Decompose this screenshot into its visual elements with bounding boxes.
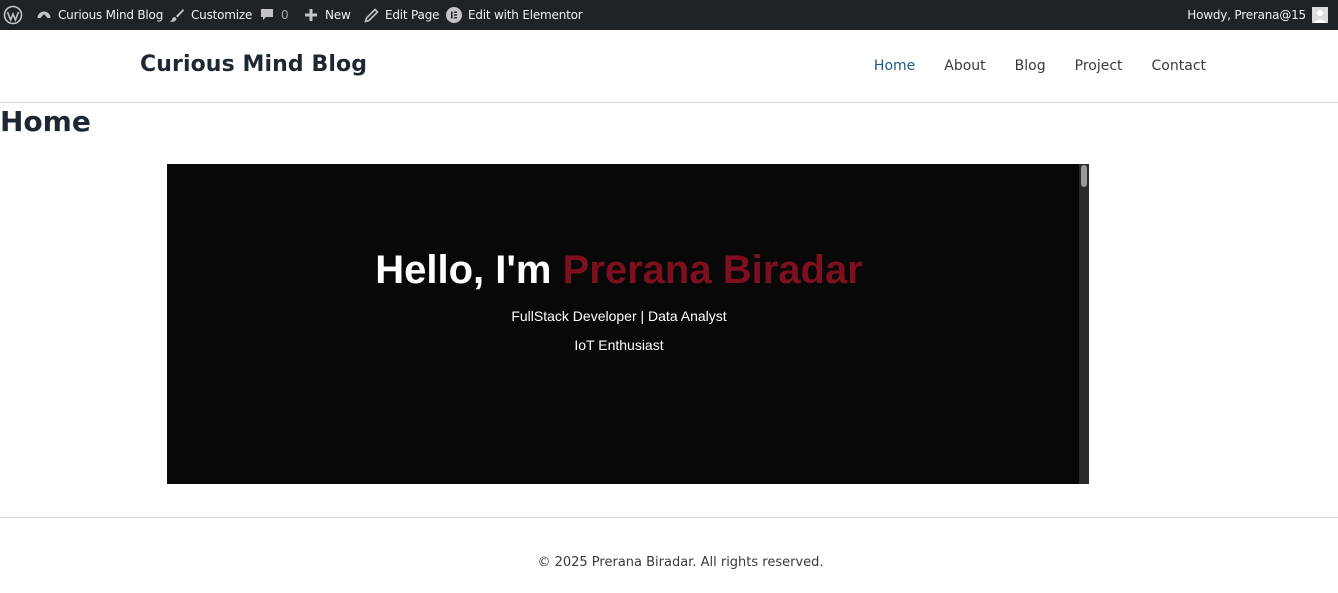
- nav-item-home[interactable]: Home: [874, 58, 915, 74]
- embed-scrollbar[interactable]: [1079, 164, 1089, 484]
- hero-greeting: Hello, I'm: [375, 248, 552, 292]
- admin-bar: Curious Mind Blog Customize 0 New Edit P…: [0, 0, 1338, 30]
- admin-edit-page-link[interactable]: Edit Page: [364, 0, 440, 30]
- hero-subtitle-roles: FullStack Developer | Data Analyst: [511, 308, 727, 324]
- admin-customize-label: Customize: [191, 8, 253, 22]
- nav-item-contact[interactable]: Contact: [1152, 58, 1206, 74]
- brush-icon: [169, 7, 185, 23]
- admin-greeting: Howdy, Prerana@15: [1187, 8, 1306, 22]
- pencil-icon: [364, 7, 379, 23]
- primary-nav: Home About Blog Project Contact: [845, 58, 1206, 74]
- wordpress-logo-icon[interactable]: [3, 0, 23, 30]
- hero-heading: Hello, I'm Prerana Biradar: [167, 248, 1071, 293]
- elementor-icon: [446, 7, 462, 23]
- admin-new-label: New: [325, 8, 351, 22]
- footer-copyright: © 2025 Prerana Biradar. All rights reser…: [537, 555, 824, 570]
- dashboard-icon: [36, 7, 52, 23]
- admin-edit-page-label: Edit Page: [385, 8, 440, 22]
- comment-icon: [260, 8, 274, 22]
- admin-customize-link[interactable]: Customize: [169, 0, 252, 30]
- avatar: [1312, 7, 1328, 23]
- site-title[interactable]: Curious Mind Blog: [140, 52, 367, 77]
- admin-new-content-link[interactable]: New: [304, 0, 351, 30]
- site-header: Curious Mind Blog Home About Blog Projec…: [0, 30, 1338, 103]
- hero-name: Prerana Biradar: [562, 248, 863, 292]
- embedded-portfolio-frame[interactable]: Hello, I'm Prerana Biradar FullStack Dev…: [167, 164, 1089, 484]
- admin-edit-elementor-label: Edit with Elementor: [468, 8, 583, 22]
- embed-scrollbar-thumb[interactable]: [1081, 165, 1087, 187]
- nav-item-about[interactable]: About: [944, 58, 985, 74]
- admin-site-name-link[interactable]: Curious Mind Blog: [36, 0, 163, 30]
- nav-item-project[interactable]: Project: [1075, 58, 1123, 74]
- plus-icon: [304, 8, 318, 22]
- admin-comments-link[interactable]: 0: [260, 0, 289, 30]
- nav-item-blog[interactable]: Blog: [1015, 58, 1046, 74]
- footer-divider: [0, 517, 1338, 518]
- admin-comments-count: 0: [281, 8, 289, 22]
- admin-site-name-label: Curious Mind Blog: [58, 8, 164, 22]
- hero-subtitle-interest: IoT Enthusiast: [574, 337, 664, 353]
- page-title: Home: [0, 105, 91, 138]
- admin-user-account[interactable]: Howdy, Prerana@15: [1187, 0, 1328, 30]
- admin-edit-elementor-link[interactable]: Edit with Elementor: [446, 0, 583, 30]
